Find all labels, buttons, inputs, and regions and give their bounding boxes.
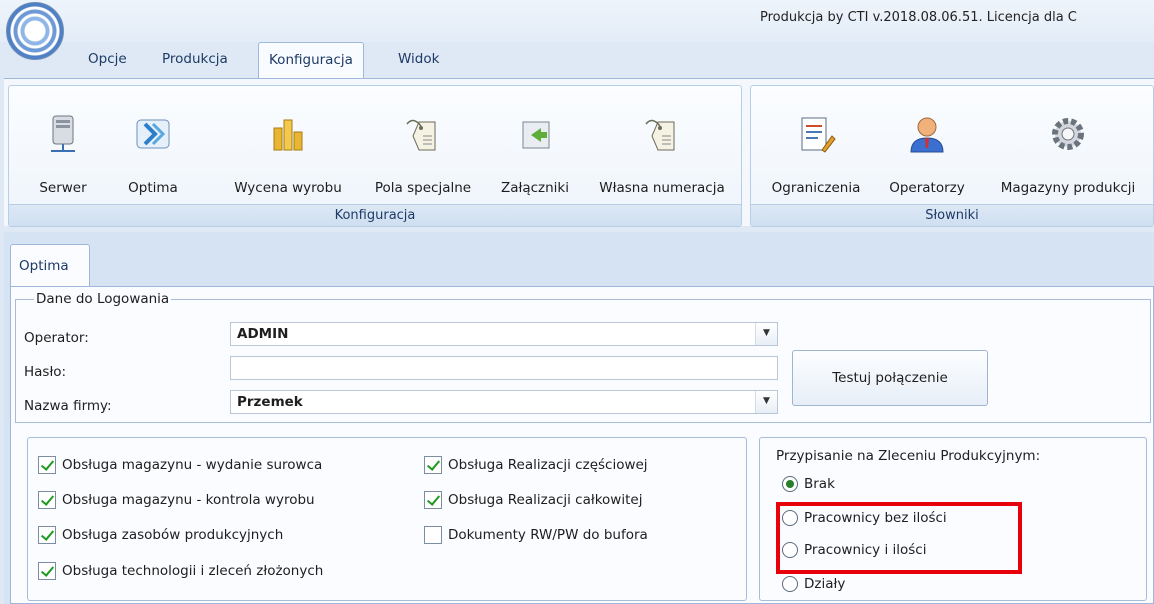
chevron-down-icon[interactable]: ▼ [755,391,777,413]
attachment-icon [522,121,550,149]
login-legend: Dane do Logowania [34,291,172,307]
checkbox-realizacja-czesciowa[interactable]: Obsługa Realizacji częściowej [424,456,648,474]
operator-value: ADMIN [237,326,289,342]
checkbox-realizacja-calkowita[interactable]: Obsługa Realizacji całkowitej [424,491,642,509]
checkbox-technologie-zlecenia[interactable]: Obsługa technologii i zleceń złożonych [38,562,323,580]
tag-icon [406,119,436,151]
serwer-button[interactable]: Serwer [33,96,93,196]
title-bar: Produkcja by CTI v.2018.08.06.51. Licenc… [0,0,1154,42]
radio-selected[interactable] [782,476,798,492]
checkbox-checked[interactable] [38,526,56,544]
tab-widok[interactable]: Widok [388,42,449,78]
server-icon [51,115,75,152]
checkbox-zasoby-produkcyjne[interactable]: Obsługa zasobów produkcyjnych [38,526,283,544]
settings-panel: Optima Dane do Logowania Operator: ADMIN… [4,232,1154,604]
checkbox-wydanie-surowca[interactable]: Obsługa magazynu - wydanie surowca [38,456,322,474]
window-title: Produkcja by CTI v.2018.08.06.51. Licenc… [760,10,1077,25]
ribbon-group-slowniki: Ograniczenia Operatorzy Magazyny produkc… [750,85,1154,227]
red-highlight-box [776,502,1022,574]
radio-brak[interactable]: Brak [782,476,835,492]
options-box: Obsługa magazynu - wydanie surowca Obsłu… [27,437,747,601]
wycena-wyrobu-button[interactable]: Wycena wyrobu [223,96,353,196]
radio-unselected[interactable] [782,576,798,592]
tab-optima[interactable]: Optima [10,244,90,286]
company-value: Przemek [237,394,303,410]
zalaczniki-button[interactable]: Załączniki [495,96,575,196]
assignment-box: Przypisanie na Zleceniu Produkcyjnym: Br… [759,437,1147,601]
wlasna-numeracja-button[interactable]: Własna numeracja [587,96,737,196]
magazyny-produkcji-button[interactable]: Magazyny produkcji [983,96,1153,196]
tab-konfiguracja[interactable]: Konfiguracja [258,42,364,79]
checkbox-checked[interactable] [38,456,56,474]
app-logo-icon[interactable] [6,2,64,60]
checkbox-checked[interactable] [424,456,442,474]
coins-icon [273,119,303,151]
chevron-down-icon[interactable]: ▼ [755,323,777,345]
tab-produkcja[interactable]: Produkcja [152,42,238,78]
tab-opcje[interactable]: Opcje [78,42,137,78]
pola-specjalne-button[interactable]: Pola specjalne [363,96,483,196]
checkbox-rw-pw-bufor[interactable]: Dokumenty RW/PW do bufora [424,526,648,544]
password-input[interactable] [230,356,778,380]
ribbon-group-konfiguracja: Serwer Optima Wycena wyrobu Pola specjal… [8,85,742,227]
company-label: Nazwa firmy: [24,398,112,414]
checkbox-checked[interactable] [38,562,56,580]
optima-button[interactable]: Optima [123,96,183,196]
tab-content: Dane do Logowania Operator: ADMIN ▼ Hasł… [10,286,1154,604]
optima-icon [136,119,170,149]
ribbon: Serwer Optima Wycena wyrobu Pola specjal… [4,78,1154,227]
ribbon-group-label: Konfiguracja [9,204,741,226]
login-fieldset: Dane do Logowania Operator: ADMIN ▼ Hasł… [15,291,1151,423]
user-icon [910,117,944,153]
ribbon-group-label: Słowniki [751,204,1153,226]
operator-select[interactable]: ADMIN ▼ [230,322,778,346]
menu-tabs: Opcje Produkcja Konfiguracja Widok [0,42,1154,79]
checkbox-kontrola-wyrobu[interactable]: Obsługa magazynu - kontrola wyrobu [38,491,315,509]
checkbox-checked[interactable] [424,491,442,509]
checkbox-unchecked[interactable] [424,526,442,544]
company-select[interactable]: Przemek ▼ [230,390,778,414]
radio-dzialy[interactable]: Działy [782,576,845,592]
assignment-title: Przypisanie na Zleceniu Produkcyjnym: [776,448,1041,464]
tag-icon [645,119,675,151]
operatorzy-button[interactable]: Operatorzy [877,96,977,196]
gear-icon [1052,118,1084,150]
checkbox-checked[interactable] [38,491,56,509]
operator-label: Operator: [24,330,89,346]
document-list-icon [801,117,836,153]
ograniczenia-button[interactable]: Ograniczenia [761,96,871,196]
test-connection-button[interactable]: Testuj połączenie [792,350,988,406]
password-label: Hasło: [24,364,67,380]
